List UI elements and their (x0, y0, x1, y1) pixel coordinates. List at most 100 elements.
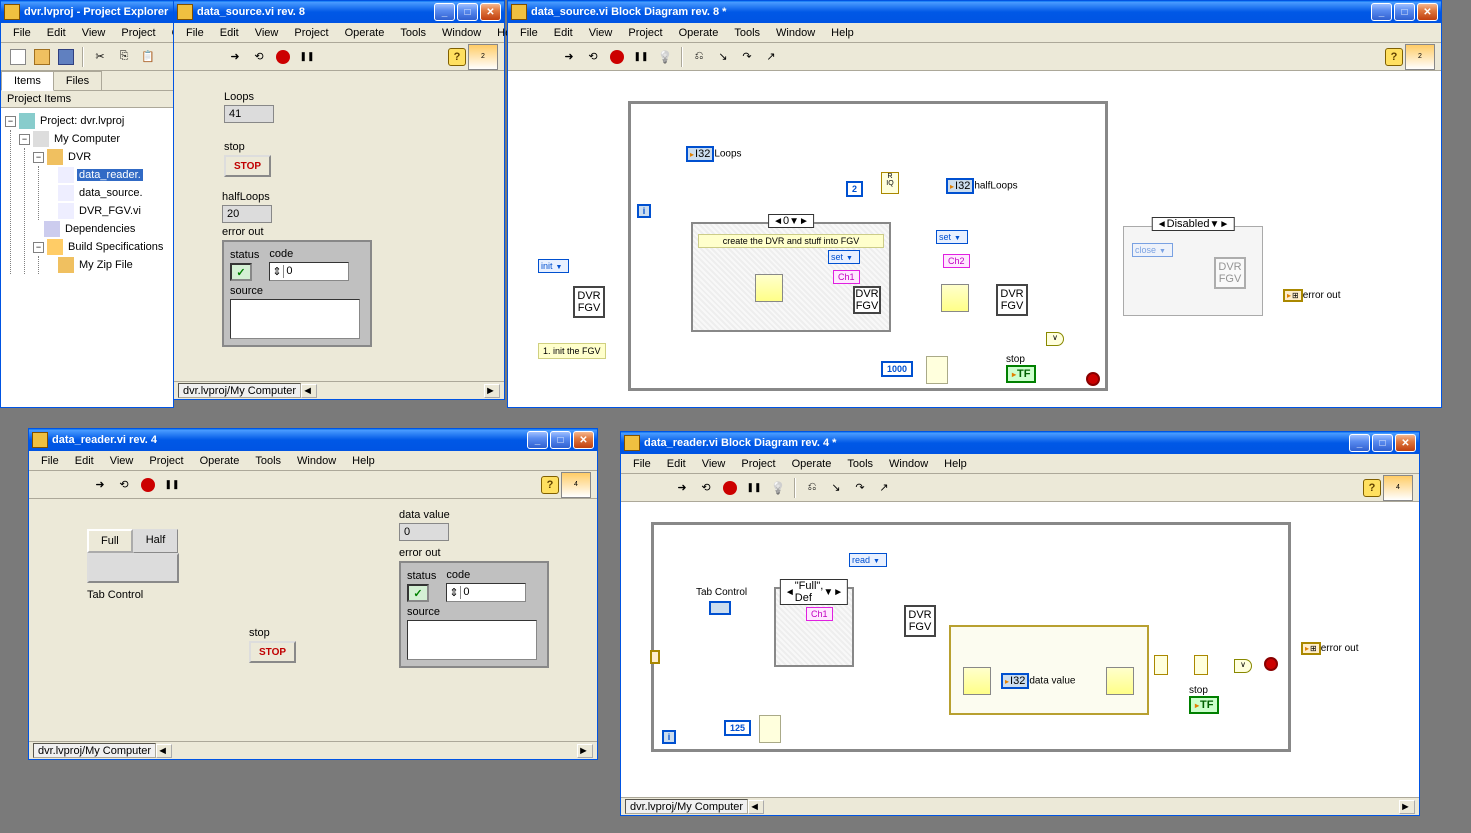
case-structure[interactable]: ◄ 0 ▼► create the DVR and stuff into FGV… (691, 222, 891, 332)
scroll-right-icon[interactable]: ► (577, 744, 593, 758)
project-tree[interactable]: −Project: dvr.lvproj −My Computer −DVR d… (1, 108, 173, 407)
pause-button[interactable] (630, 46, 652, 68)
dvr-folder[interactable]: DVR (66, 151, 93, 163)
step-over-button[interactable]: ↷ (849, 477, 871, 499)
paste-icon[interactable]: 📋 (137, 46, 159, 68)
data-reader-bd-titlebar[interactable]: data_reader.vi Block Diagram rev. 4 * _ … (621, 432, 1419, 454)
step-over-button[interactable]: ↷ (736, 46, 758, 68)
vi-icon-panel[interactable]: 2 (1405, 44, 1435, 70)
error-out-indicator-bd[interactable]: ⊞ (1301, 642, 1321, 655)
tab-files[interactable]: Files (53, 71, 102, 90)
menu-operate[interactable]: Operate (784, 456, 840, 472)
set-enum-1[interactable]: set (828, 250, 860, 264)
const-1000[interactable]: 1000 (881, 361, 913, 377)
menu-operate[interactable]: Operate (671, 25, 727, 41)
set-enum-2[interactable]: set (936, 230, 968, 244)
abort-button[interactable] (272, 46, 294, 68)
close-button[interactable]: ✕ (480, 3, 501, 21)
menu-help[interactable]: Help (936, 456, 975, 472)
merge-errors-icon[interactable] (1194, 655, 1208, 675)
read-enum[interactable]: read (849, 553, 887, 567)
run-button[interactable] (89, 474, 111, 496)
menu-tools[interactable]: Tools (839, 456, 881, 472)
menu-window[interactable]: Window (434, 25, 489, 41)
loops-indicator-bd[interactable]: I32 (686, 146, 714, 162)
maximize-button[interactable]: □ (457, 3, 478, 21)
stop-control-bd[interactable]: TF (1189, 696, 1219, 714)
highlight-button[interactable] (767, 477, 789, 499)
case-selector[interactable]: ◄ 0 ▼► (768, 214, 814, 228)
ch2-const[interactable]: Ch2 (943, 254, 970, 268)
menu-window[interactable]: Window (881, 456, 936, 472)
tab-full[interactable]: Full (87, 529, 133, 553)
close-button[interactable]: ✕ (573, 431, 594, 449)
init-enum[interactable]: init (538, 259, 569, 273)
scroll-left-icon[interactable]: ◄ (748, 800, 764, 814)
tab-half[interactable]: Half (133, 529, 179, 553)
tab-control-terminal[interactable] (709, 601, 731, 615)
wait-ms-icon[interactable] (759, 715, 781, 743)
maximize-button[interactable]: □ (1394, 3, 1415, 21)
tab-items[interactable]: Items (1, 71, 54, 91)
wait-ms-icon[interactable] (926, 356, 948, 384)
quotient-remainder-icon[interactable]: RIQ (881, 172, 899, 194)
save-icon[interactable] (55, 46, 77, 68)
copy-icon[interactable]: ⎘ (113, 46, 135, 68)
pause-button[interactable] (743, 477, 765, 499)
dvr-fgv-subvi[interactable]: DVR FGV (904, 605, 936, 637)
pause-button[interactable] (296, 46, 318, 68)
data-source-bd-canvas[interactable]: init DVR FGV 1. init the FGV i I32Loops … (508, 71, 1441, 407)
run-continuous-button[interactable] (113, 474, 135, 496)
scroll-right-icon[interactable]: ► (1399, 800, 1415, 814)
or-gate-icon[interactable]: ∨ (1046, 332, 1064, 346)
close-enum[interactable]: close (1132, 243, 1173, 257)
menu-tools[interactable]: Tools (392, 25, 434, 41)
disabled-structure[interactable]: ◄ Disabled ▼► close DVR FGV (1123, 226, 1263, 316)
help-button[interactable]: ? (1363, 479, 1381, 497)
while-loop[interactable]: i I32Loops 2 RIQ I32halfLoops set Ch2 DV… (628, 101, 1108, 391)
dvr-fgv-subvi[interactable]: DVR FGV (996, 284, 1028, 316)
menu-project[interactable]: Project (141, 453, 191, 469)
dvr-fgv-vi[interactable]: DVR_FGV.vi (77, 205, 143, 217)
data-reader-fp-titlebar[interactable]: data_reader.vi rev. 4 _ □ ✕ (29, 429, 597, 451)
data-reader-bd-canvas[interactable]: i read Tab Control ◄ "Full", Def ▼► Ch1 … (621, 502, 1419, 797)
menu-tools[interactable]: Tools (247, 453, 289, 469)
abort-button[interactable] (719, 477, 741, 499)
menu-file[interactable]: File (178, 25, 212, 41)
scroll-right-icon[interactable]: ► (484, 384, 500, 398)
step-out-button[interactable]: ↗ (873, 477, 895, 499)
const-2[interactable]: 2 (846, 181, 863, 197)
menu-view[interactable]: View (581, 25, 621, 41)
help-button[interactable]: ? (541, 476, 559, 494)
tree-toggle[interactable]: − (33, 152, 44, 163)
case-selector[interactable]: ◄ "Full", Def ▼► (780, 579, 848, 605)
halfloops-indicator-bd[interactable]: I32 (946, 178, 974, 194)
abort-button[interactable] (606, 46, 628, 68)
ipe-structure[interactable]: I32data value (949, 625, 1149, 715)
menu-help[interactable]: Help (823, 25, 862, 41)
menu-project[interactable]: Project (620, 25, 670, 41)
build-specs[interactable]: Build Specifications (66, 241, 165, 253)
menu-file[interactable]: File (512, 25, 546, 41)
run-continuous-button[interactable] (582, 46, 604, 68)
run-button[interactable] (224, 46, 246, 68)
ch1-const[interactable]: Ch1 (833, 270, 860, 284)
menu-edit[interactable]: Edit (39, 25, 74, 41)
stop-button[interactable]: STOP (249, 641, 296, 663)
menu-tools[interactable]: Tools (726, 25, 768, 41)
step-out-button[interactable]: ↗ (760, 46, 782, 68)
run-button[interactable] (558, 46, 580, 68)
menu-window[interactable]: Window (768, 25, 823, 41)
minimize-button[interactable]: _ (1371, 3, 1392, 21)
menu-edit[interactable]: Edit (67, 453, 102, 469)
step-into-button[interactable]: ↘ (712, 46, 734, 68)
retain-button[interactable]: ⎌ (801, 477, 823, 499)
new-dvr-icon[interactable] (941, 284, 969, 312)
menu-file[interactable]: File (5, 25, 39, 41)
open-icon[interactable] (31, 46, 53, 68)
ch1-const[interactable]: Ch1 (806, 607, 833, 621)
data-source-fp-titlebar[interactable]: data_source.vi rev. 8 _ □ ✕ (174, 1, 504, 23)
my-computer[interactable]: My Computer (52, 133, 122, 145)
new-dvr-icon[interactable] (755, 274, 783, 302)
close-button[interactable]: ✕ (1395, 434, 1416, 452)
